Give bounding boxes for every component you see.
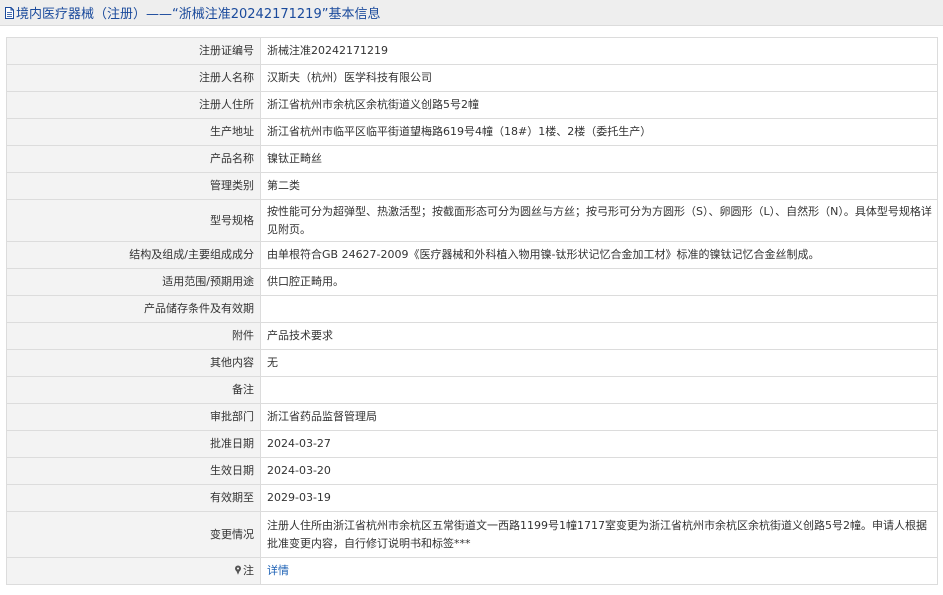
field-value-registration-number: 浙械注准20242171219 [260, 37, 938, 65]
field-value-remarks [260, 376, 938, 404]
table-row: 审批部门 浙江省药品监督管理局 [6, 403, 938, 431]
table-row: 注 详情 [6, 557, 938, 585]
field-value-note: 详情 [260, 557, 938, 585]
table-row: 适用范围/预期用途 供口腔正畸用。 [6, 268, 938, 296]
field-label-change-history: 变更情况 [6, 511, 261, 558]
field-value-approval-department: 浙江省药品监督管理局 [260, 403, 938, 431]
table-row: 生产地址 浙江省杭州市临平区临平街道望梅路619号4幢（18#）1楼、2楼（委托… [6, 118, 938, 146]
field-label-intended-use: 适用范围/预期用途 [6, 268, 261, 296]
field-value-storage-validity [260, 295, 938, 323]
field-label-management-category: 管理类别 [6, 172, 261, 200]
title-bar: 境内医疗器械（注册）——“浙械注准20242171219”基本信息 [0, 0, 943, 26]
field-label-registrant-address: 注册人住所 [6, 91, 261, 119]
table-row: 生效日期 2024-03-20 [6, 457, 938, 485]
field-value-other-content: 无 [260, 349, 938, 377]
registration-detail-table: 注册证编号 浙械注准20242171219 注册人名称 汉斯夫（杭州）医学科技有… [6, 37, 938, 585]
table-row: 产品储存条件及有效期 [6, 295, 938, 323]
field-label-model-spec: 型号规格 [6, 199, 261, 242]
details-link[interactable]: 详情 [267, 564, 289, 577]
field-value-model-spec: 按性能可分为超弹型、热激活型；按截面形态可分为圆丝与方丝；按弓形可分为方圆形（S… [260, 199, 938, 242]
table-row: 型号规格 按性能可分为超弹型、热激活型；按截面形态可分为圆丝与方丝；按弓形可分为… [6, 199, 938, 242]
field-value-intended-use: 供口腔正畸用。 [260, 268, 938, 296]
field-label-registrant-name: 注册人名称 [6, 64, 261, 92]
table-row: 附件 产品技术要求 [6, 322, 938, 350]
table-row: 有效期至 2029-03-19 [6, 484, 938, 512]
field-value-change-history: 注册人住所由浙江省杭州市余杭区五常街道文一西路1199号1幢1717室变更为浙江… [260, 511, 938, 558]
field-label-structure-composition: 结构及组成/主要组成成分 [6, 241, 261, 269]
field-label-effective-date: 生效日期 [6, 457, 261, 485]
page-title: 境内医疗器械（注册）——“浙械注准20242171219”基本信息 [16, 7, 381, 22]
pin-icon [235, 565, 241, 575]
field-label-remarks: 备注 [6, 376, 261, 404]
field-value-structure-composition: 由单根符合GB 24627-2009《医疗器械和外科植入物用镍-钛形状记忆合金加… [260, 241, 938, 269]
field-label-registration-number: 注册证编号 [6, 37, 261, 65]
field-label-attachment: 附件 [6, 322, 261, 350]
field-label-product-name: 产品名称 [6, 145, 261, 173]
field-label-approval-date: 批准日期 [6, 430, 261, 458]
table-row: 变更情况 注册人住所由浙江省杭州市余杭区五常街道文一西路1199号1幢1717室… [6, 511, 938, 558]
field-value-valid-until: 2029-03-19 [260, 484, 938, 512]
field-label-valid-until: 有效期至 [6, 484, 261, 512]
table-row: 备注 [6, 376, 938, 404]
field-value-registrant-address: 浙江省杭州市余杭区余杭街道义创路5号2幢 [260, 91, 938, 119]
table-row: 批准日期 2024-03-27 [6, 430, 938, 458]
table-row: 其他内容 无 [6, 349, 938, 377]
field-value-attachment: 产品技术要求 [260, 322, 938, 350]
field-label-approval-department: 审批部门 [6, 403, 261, 431]
table-row: 注册人名称 汉斯夫（杭州）医学科技有限公司 [6, 64, 938, 92]
document-icon [5, 6, 14, 19]
field-label-note: 注 [6, 557, 261, 585]
table-row: 注册人住所 浙江省杭州市余杭区余杭街道义创路5号2幢 [6, 91, 938, 119]
field-label-production-address: 生产地址 [6, 118, 261, 146]
field-value-production-address: 浙江省杭州市临平区临平街道望梅路619号4幢（18#）1楼、2楼（委托生产） [260, 118, 938, 146]
table-row: 管理类别 第二类 [6, 172, 938, 200]
note-label: 注 [243, 564, 254, 577]
field-value-registrant-name: 汉斯夫（杭州）医学科技有限公司 [260, 64, 938, 92]
field-value-product-name: 镍钛正畸丝 [260, 145, 938, 173]
table-row: 注册证编号 浙械注准20242171219 [6, 37, 938, 65]
field-value-approval-date: 2024-03-27 [260, 430, 938, 458]
table-row: 产品名称 镍钛正畸丝 [6, 145, 938, 173]
table-row: 结构及组成/主要组成成分 由单根符合GB 24627-2009《医疗器械和外科植… [6, 241, 938, 269]
field-value-management-category: 第二类 [260, 172, 938, 200]
field-value-effective-date: 2024-03-20 [260, 457, 938, 485]
field-label-storage-validity: 产品储存条件及有效期 [6, 295, 261, 323]
field-label-other-content: 其他内容 [6, 349, 261, 377]
